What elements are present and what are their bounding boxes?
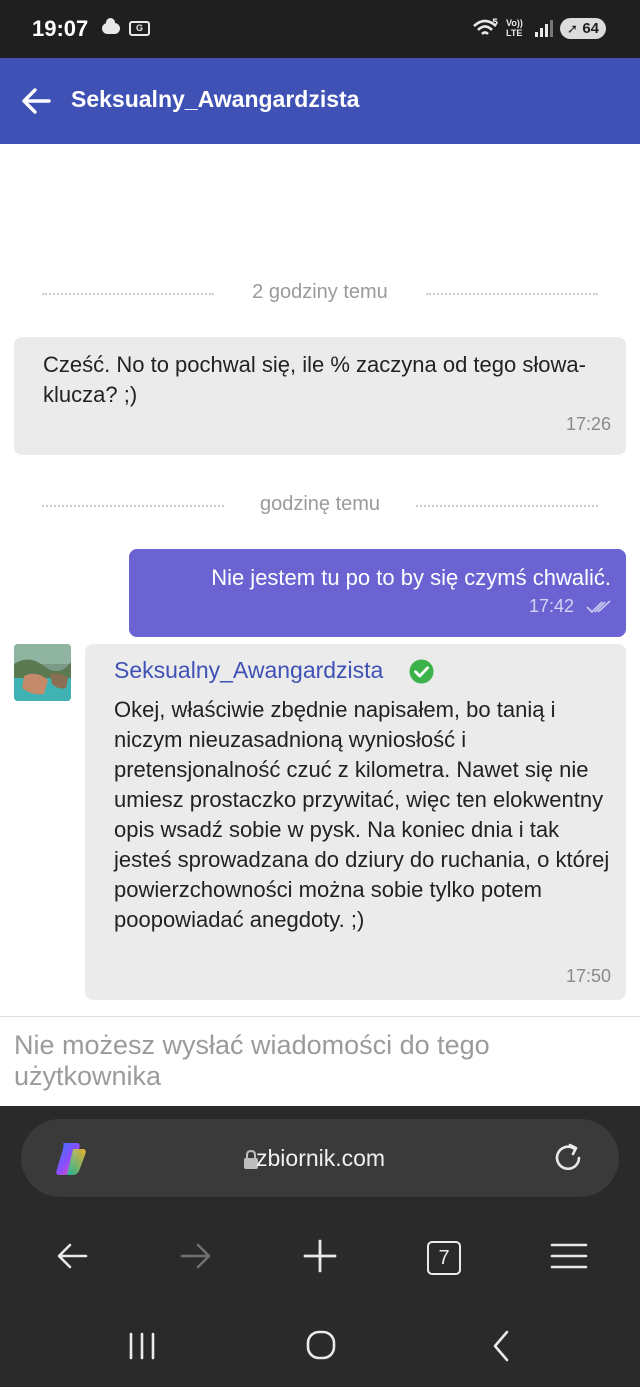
verified-icon — [409, 659, 434, 684]
battery-saver-icon: ➚ — [567, 21, 578, 36]
app-header: Seksualny_Awangardzista — [0, 58, 640, 144]
message-incoming: Cześć. No to pochwal się, ile % zaczyna … — [14, 337, 626, 455]
messaging-disabled-note: Nie możesz wysłać wiadomości do tego uży… — [14, 1030, 490, 1091]
date-divider-label: godzinę temu — [245, 493, 395, 515]
home-icon[interactable] — [296, 1326, 346, 1366]
address-bar[interactable]: zbiornik.com — [21, 1119, 619, 1197]
message-text: Cześć. No to pochwal się, ile % zaczyna … — [43, 352, 586, 407]
status-time: 19:07 — [32, 16, 89, 41]
browser-toolbar: zbiornik.com 7 — [0, 1106, 640, 1387]
message-time: 17:26 — [565, 414, 611, 434]
notification-app-icon: G — [129, 21, 150, 36]
browser-forward-icon[interactable] — [166, 1226, 226, 1286]
message-time: 17:50 — [565, 966, 611, 986]
system-nav-bar — [0, 1308, 640, 1387]
new-tab-icon[interactable] — [290, 1226, 350, 1286]
battery-level: 64 — [582, 20, 599, 37]
signal-icon — [535, 20, 553, 37]
tabs-icon[interactable]: 7 — [427, 1241, 461, 1275]
sender-name[interactable]: Seksualny_Awangardzista — [114, 657, 383, 684]
wifi-icon: 5 — [473, 18, 498, 35]
recents-icon[interactable] — [117, 1326, 167, 1366]
weather-cloud-icon — [102, 18, 120, 34]
message-text: Nie jestem tu po to by się czymś chwalić… — [211, 565, 611, 590]
date-divider: godzinę temu — [42, 490, 598, 520]
date-divider-label: 2 godziny temu — [238, 281, 402, 303]
reload-icon[interactable] — [551, 1141, 585, 1175]
message-time: 17:42 — [528, 596, 574, 616]
battery-indicator: ➚ 64 — [560, 18, 606, 39]
back-arrow-icon[interactable] — [20, 85, 52, 117]
date-divider: 2 godziny temu — [42, 278, 598, 308]
status-bar: 19:07 G 5 Vo)) LTE ➚ 64 — [0, 0, 640, 58]
screen: 19:07 G 5 Vo)) LTE ➚ 64 Seksualny_Awanga… — [0, 0, 640, 1387]
volte-label: Vo)) — [506, 18, 523, 28]
sender-avatar[interactable] — [14, 644, 71, 701]
message-incoming: Seksualny_Awangardzista Okej, właściwie … — [85, 644, 626, 1000]
browser-back-icon[interactable] — [42, 1226, 102, 1286]
url-text[interactable]: zbiornik.com — [256, 1145, 385, 1172]
wifi-badge: 5 — [492, 18, 498, 28]
copilot-icon[interactable] — [51, 1139, 91, 1179]
lte-label: LTE — [506, 28, 523, 38]
conversation-title: Seksualny_Awangardzista — [71, 86, 360, 112]
message-text: Okej, właściwie zbędnie napisałem, bo ta… — [114, 697, 610, 932]
message-outgoing: Nie jestem tu po to by się czymś chwalić… — [129, 549, 626, 637]
read-receipt-icon — [586, 600, 611, 614]
system-back-icon[interactable] — [476, 1326, 526, 1366]
network-type: Vo)) LTE — [506, 18, 523, 38]
composer-divider — [0, 1016, 640, 1017]
menu-icon[interactable] — [539, 1226, 599, 1286]
browser-nav-row: 7 — [0, 1226, 640, 1286]
